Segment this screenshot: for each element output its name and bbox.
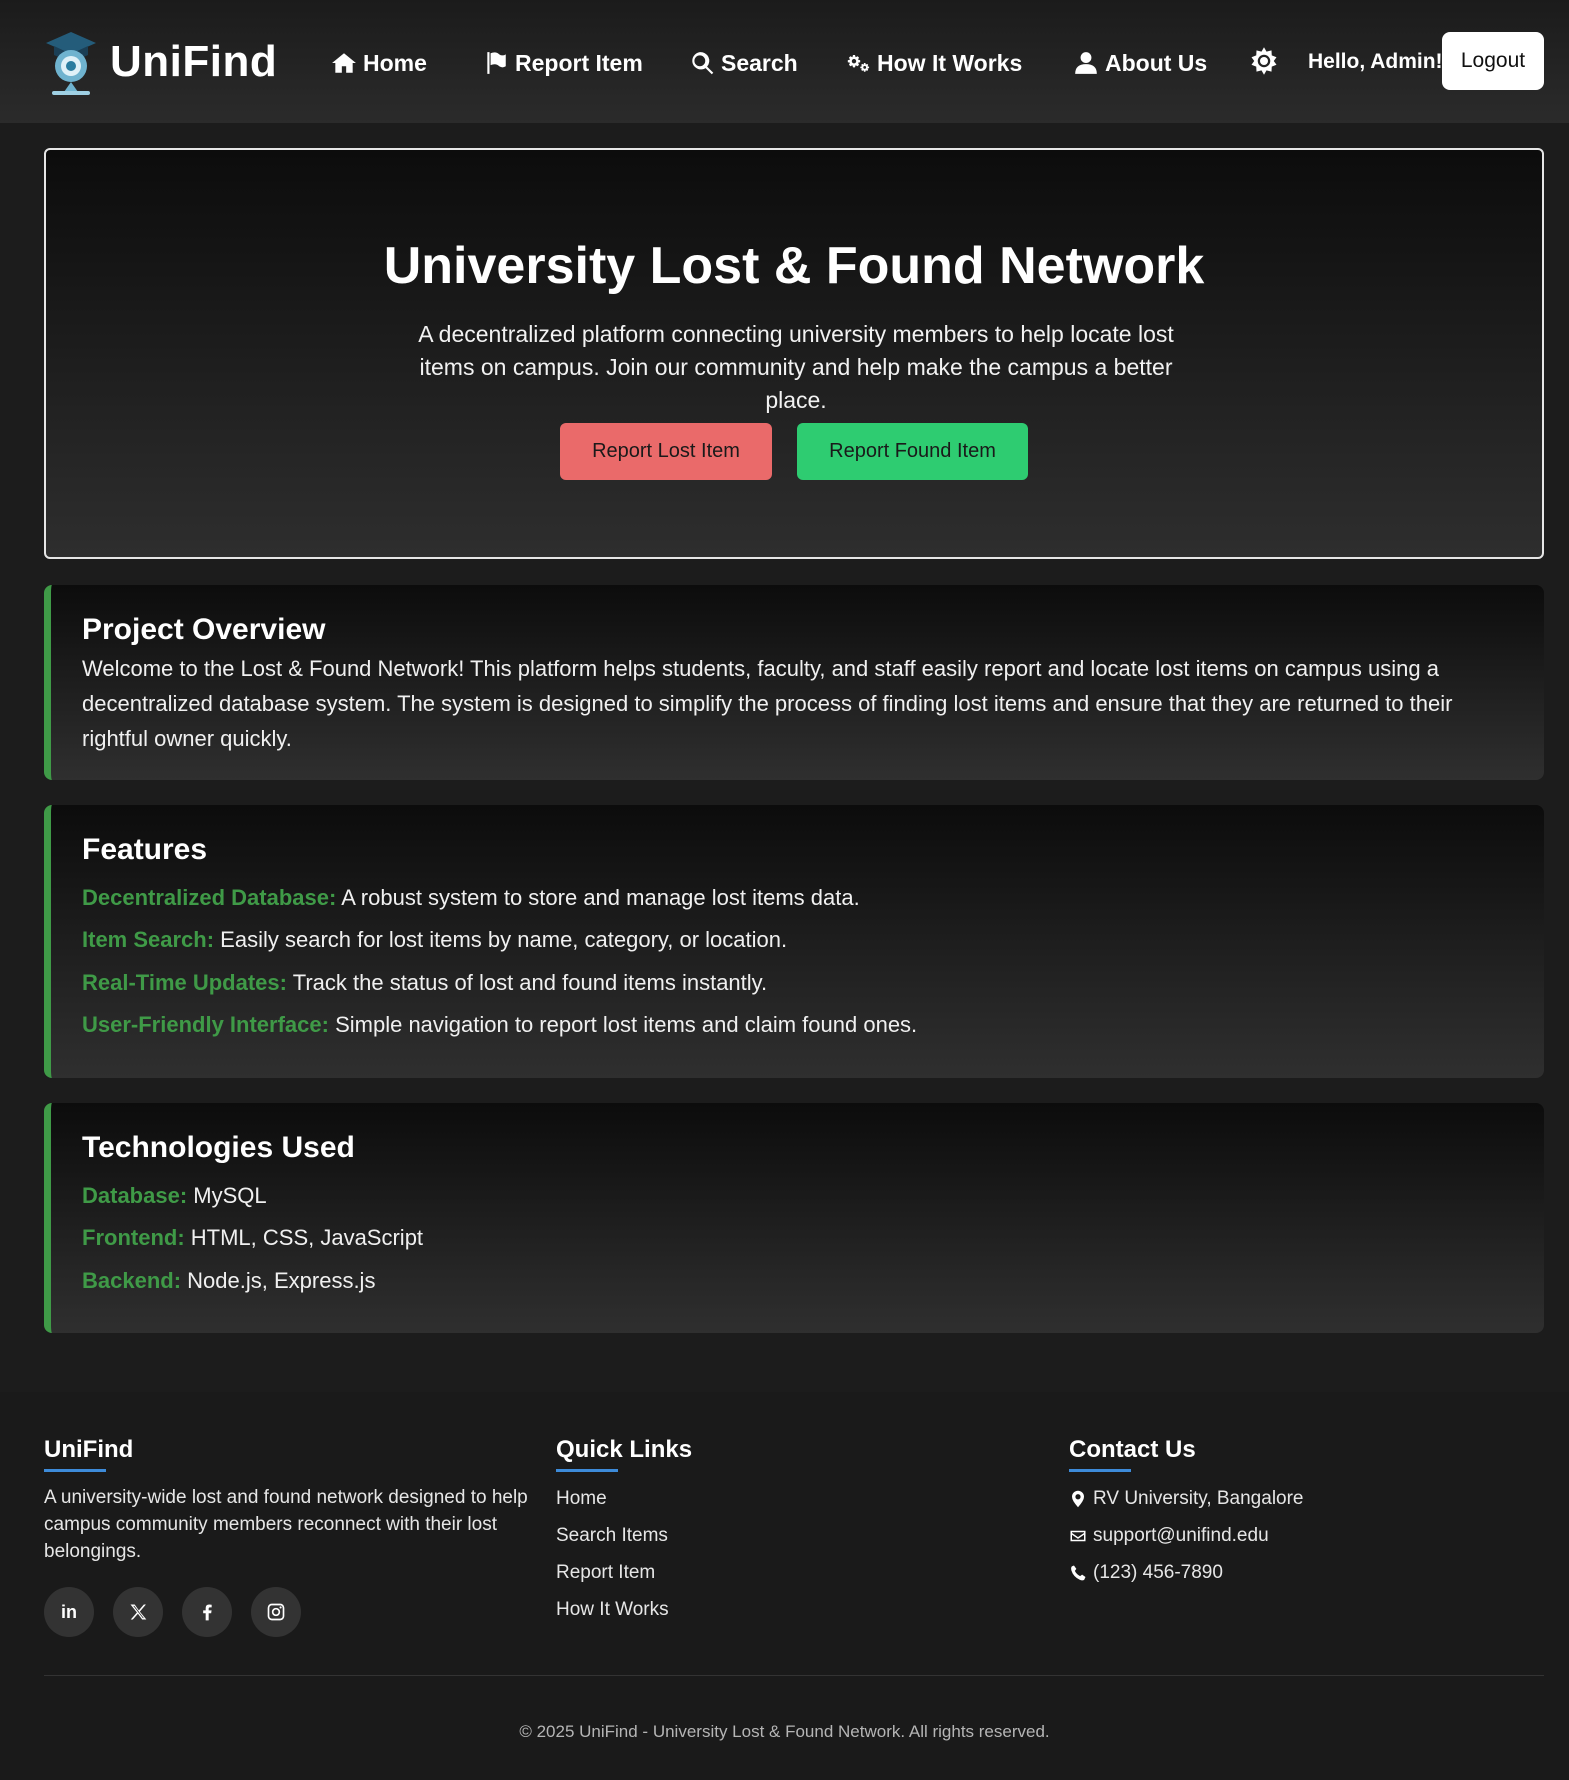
facebook-link[interactable] [182,1587,232,1637]
feature-label: User-Friendly Interface: [82,1012,329,1037]
logout-button[interactable]: Logout [1442,32,1544,90]
technologies-title: Technologies Used [82,1131,355,1164]
home-icon [332,53,356,73]
feature-label: Item Search: [82,927,215,952]
feature-text: Simple navigation to report lost items a… [328,1012,918,1037]
technology-label: Frontend: [82,1225,185,1250]
nav-about-us-label: About Us [1105,49,1208,76]
footer-link-home[interactable]: Home [556,1488,607,1510]
facebook-icon [203,1604,212,1621]
report-lost-item-button[interactable]: Report Lost Item [560,423,772,480]
feature-label: Real-Time Updates: [82,970,287,995]
instagram-link[interactable] [251,1587,301,1637]
x-icon [130,1604,147,1620]
footer-link-report-item[interactable]: Report Item [556,1562,655,1584]
footer-heading-underline [1069,1469,1131,1472]
feature-item: Decentralized Database: A robust system … [82,885,860,911]
nav-how-it-works-label: How It Works [877,49,1023,76]
contact-phone[interactable]: (123) 456-7890 [1069,1562,1223,1584]
footer-divider [44,1675,1544,1676]
footer-heading-underline [44,1469,106,1472]
footer-about-heading: UniFind [44,1436,134,1463]
user-icon [1075,52,1097,74]
brand-name: UniFind [110,37,278,86]
nav-home-label: Home [363,49,427,76]
technology-label: Backend: [82,1268,182,1293]
technology-item: Frontend: HTML, CSS, JavaScript [82,1225,423,1251]
feature-text: Track the status of lost and found items… [286,970,768,995]
flag-icon [487,52,506,74]
footer-contact-heading: Contact Us [1069,1436,1196,1463]
instagram-icon [267,1603,285,1621]
hero-description: A decentralized platform connecting univ… [418,321,1174,413]
linkedin-icon: in [61,1601,77,1622]
search-icon [692,52,714,75]
technology-text: Node.js, Express.js [181,1268,376,1293]
linkedin-link[interactable]: in [44,1587,94,1637]
footer: UniFind A university-wide lost and found… [0,1392,1569,1780]
envelope-icon [1070,1530,1086,1542]
nav-report-item-label: Report Item [515,49,643,76]
theme-toggle[interactable] [1249,46,1279,76]
features-title: Features [82,833,208,866]
footer-heading-underline [556,1469,618,1472]
feature-text: A robust system to store and manage lost… [336,885,860,910]
feature-label: Decentralized Database: [82,885,337,910]
contact-email[interactable]: support@unifind.edu [1069,1525,1269,1547]
contact-address: RV University, Bangalore [1069,1488,1304,1510]
hero-title: University Lost & Found Network [383,237,1205,295]
contact-address-text: RV University, Bangalore [1093,1488,1304,1509]
contact-email-text: support@unifind.edu [1093,1525,1269,1546]
feature-text: Easily search for lost items by name, ca… [214,927,788,952]
gears-icon [847,55,870,72]
footer-link-how-it-works[interactable]: How It Works [556,1599,669,1621]
sun-icon [1251,47,1277,75]
nav-home[interactable]: Home [331,44,427,82]
unifind-logo-icon [46,32,96,95]
footer-quick-links-heading: Quick Links [556,1436,693,1463]
feature-item: Item Search: Easily search for lost item… [82,927,787,953]
project-overview-card: Project Overview Welcome to the Lost & F… [44,585,1544,780]
nav-report-item[interactable]: Report Item [483,44,643,82]
nav-search-label: Search [721,49,798,76]
feature-item: User-Friendly Interface: Simple navigati… [82,1012,917,1038]
technology-text: HTML, CSS, JavaScript [184,1225,424,1250]
technologies-card: Technologies Used Database: MySQL Fronte… [44,1103,1544,1333]
nav-about-us[interactable]: About Us [1073,44,1207,82]
hero-section: University Lost & Found Network A decent… [44,148,1544,559]
technology-item: Backend: Node.js, Express.js [82,1268,375,1294]
feature-item: Real-Time Updates: Track the status of l… [82,970,767,996]
footer-link-search-items[interactable]: Search Items [556,1525,668,1547]
technology-text: MySQL [187,1183,267,1208]
project-overview-title: Project Overview [82,613,326,646]
technology-label: Database: [82,1183,188,1208]
features-card: Features Decentralized Database: A robus… [44,805,1544,1078]
x-link[interactable] [113,1587,163,1637]
brand[interactable]: UniFind [44,28,277,96]
project-overview-text: Welcome to the Lost & Found Network! Thi… [82,656,1453,751]
nav-search[interactable]: Search [689,44,798,82]
location-pin-icon [1072,1490,1084,1508]
technology-item: Database: MySQL [82,1183,267,1209]
nav-how-it-works[interactable]: How It Works [845,44,1022,82]
navbar: UniFind Home Report Item Search How It W… [0,0,1569,123]
footer-about-text: A university-wide lost and found network… [44,1487,528,1562]
report-found-item-button[interactable]: Report Found Item [797,423,1028,480]
copyright-text: © 2025 UniFind - University Lost & Found… [519,1722,1050,1741]
contact-phone-text: (123) 456-7890 [1093,1562,1223,1583]
phone-icon [1071,1565,1086,1581]
user-greeting: Hello, Admin! [1308,50,1443,73]
